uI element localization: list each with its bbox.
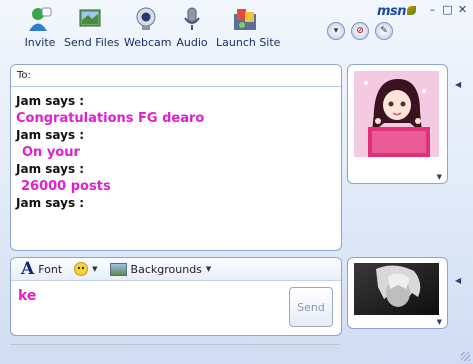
send-files-icon xyxy=(76,6,104,32)
pen-icon: ✎ xyxy=(380,26,388,36)
status-bar xyxy=(10,344,340,357)
audio-button[interactable]: Audio xyxy=(176,6,208,49)
message-list: Jam says : Congratulations FG dearo Jam … xyxy=(11,87,341,212)
block-icon: ⊘ xyxy=(356,26,364,36)
message-text: On your xyxy=(22,145,80,160)
close-button[interactable]: ✕ xyxy=(456,3,469,16)
backgrounds-button[interactable]: Backgrounds ▼ xyxy=(109,262,212,276)
to-label: To: xyxy=(17,70,31,81)
butterfly-icon xyxy=(407,6,417,15)
activities-button[interactable]: ✎ xyxy=(375,22,393,40)
backgrounds-label: Backgrounds xyxy=(130,262,202,276)
message-sender: Jam says : xyxy=(16,128,85,142)
audio-icon xyxy=(178,6,206,32)
webcam-icon xyxy=(132,6,160,32)
block-contact-button[interactable]: ⊘ xyxy=(351,22,369,40)
background-image-icon xyxy=(109,262,127,276)
message-text: Congratulations FG dearo xyxy=(16,111,205,126)
my-display-picture[interactable]: ▼ xyxy=(347,257,448,329)
launch-site-button[interactable]: Launch Site xyxy=(216,6,280,49)
chevron-down-icon: ▼ xyxy=(92,265,98,273)
compose-area: A Font ▼ Backgrounds ▼ ke Send xyxy=(10,257,342,336)
my-avatar-image xyxy=(354,263,439,315)
invite-icon xyxy=(26,6,54,32)
chevron-down-icon: ▼ xyxy=(205,265,212,273)
message-sender: Jam says : xyxy=(16,94,85,108)
font-label: Font xyxy=(38,262,63,276)
resize-grip-icon[interactable] xyxy=(461,352,470,361)
format-toolbar: A Font ▼ Backgrounds ▼ xyxy=(11,258,341,281)
to-field[interactable]: To: xyxy=(11,65,341,87)
invite-button[interactable]: Invite xyxy=(22,6,58,49)
smiley-icon xyxy=(74,262,89,276)
webcam-button[interactable]: Webcam xyxy=(124,6,172,49)
conversation-history: To: Jam says : Congratulations FG dearo … xyxy=(10,64,342,251)
send-button[interactable]: Send xyxy=(289,287,333,327)
menu-dropdown-button[interactable]: ▾ xyxy=(327,22,345,40)
minimize-button[interactable]: – xyxy=(426,3,439,16)
message-text: 26000 posts xyxy=(21,179,111,194)
msn-logo: msn xyxy=(377,4,417,19)
chevron-down-icon[interactable]: ▼ xyxy=(437,318,442,326)
message-sender: Jam says : xyxy=(16,162,85,176)
contact-avatar-image xyxy=(354,71,439,157)
emoticon-button[interactable]: ▼ xyxy=(74,262,98,276)
send-files-button[interactable]: Send Files xyxy=(64,6,119,49)
chevron-left-icon[interactable]: ◀ xyxy=(455,80,461,89)
toolbar: Invite Send Files Webcam Audio Launch Si… xyxy=(0,6,300,54)
chevron-left-icon[interactable]: ◀ xyxy=(455,276,461,285)
message-input[interactable]: ke xyxy=(18,288,36,304)
contact-display-picture[interactable]: ▼ xyxy=(347,64,448,184)
maximize-button[interactable]: □ xyxy=(441,3,454,16)
chevron-down-icon[interactable]: ▼ xyxy=(437,173,442,181)
messenger-window: msn – □ ✕ Invite Send Files Webcam Audio… xyxy=(0,0,473,364)
font-button[interactable]: A Font xyxy=(21,259,62,279)
launch-site-icon xyxy=(231,6,259,32)
font-icon: A xyxy=(21,259,35,279)
message-sender: Jam says : xyxy=(16,196,85,210)
